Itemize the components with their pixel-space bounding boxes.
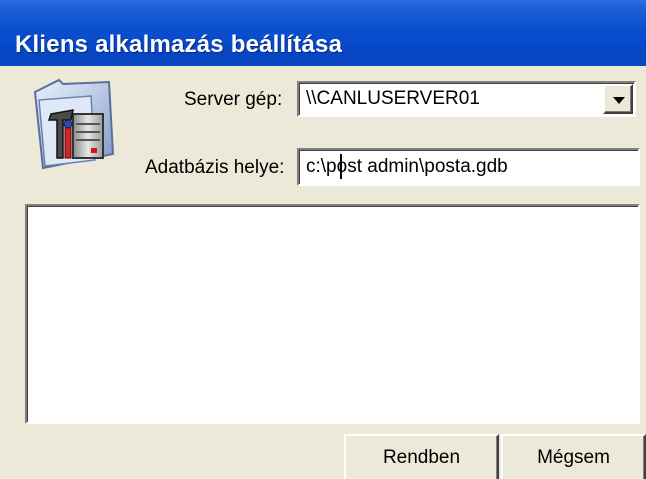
db-location-value: c:\post admin\posta.gdb bbox=[306, 156, 508, 177]
server-select-value: \\CANLUSERVER01 bbox=[306, 88, 480, 109]
toolbox-folder-icon bbox=[29, 74, 117, 170]
chevron-down-icon bbox=[613, 97, 625, 104]
cancel-button[interactable]: Mégsem bbox=[501, 434, 646, 479]
title-bar[interactable]: Kliens alkalmazás beállítása bbox=[0, 0, 646, 66]
server-select[interactable]: \\CANLUSERVER01 bbox=[297, 81, 636, 117]
text-caret bbox=[340, 154, 342, 179]
db-location-label: Adatbázis helye: bbox=[145, 157, 285, 178]
server-label: Server gép: bbox=[184, 89, 283, 110]
db-location-input[interactable]: c:\post admin\posta.gdb bbox=[297, 148, 640, 186]
server-dropdown-button[interactable] bbox=[603, 84, 633, 114]
log-textarea[interactable] bbox=[25, 204, 640, 424]
window-title: Kliens alkalmazás beállítása bbox=[15, 31, 343, 58]
ok-button[interactable]: Rendben bbox=[344, 434, 499, 479]
